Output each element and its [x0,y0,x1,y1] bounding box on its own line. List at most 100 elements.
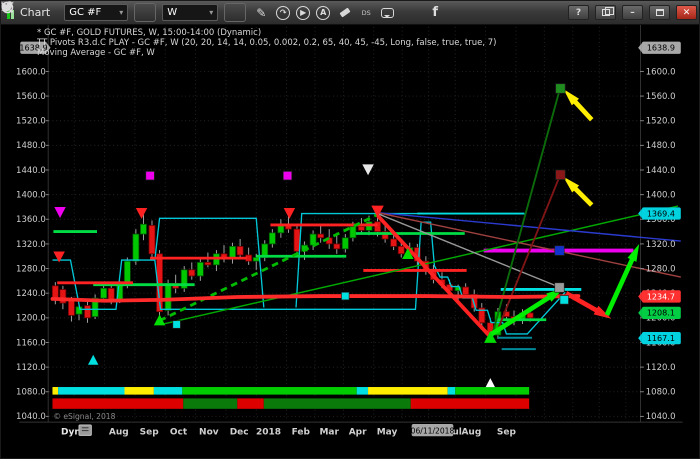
maximize-button[interactable] [649,5,670,20]
eraser-icon[interactable] [336,4,354,22]
candle [133,234,139,261]
price-label-right: 1560.0 [646,92,676,102]
symbol-lookup-button[interactable] [134,3,156,22]
price-label-left: 1200.0 [16,314,46,324]
replay-circle-icon[interactable]: ▶ [296,6,310,20]
trend-stripe-segment [455,387,529,395]
axis-bubble-label: 1638.9 [647,44,675,53]
signal-marker-square [555,246,564,255]
signal-stripe-segment [237,398,264,408]
month-label: Aug [461,427,481,437]
price-label-right: 1600.0 [646,67,676,77]
dyn-label: Dyn [61,427,81,437]
interval-select[interactable]: W ▾ [162,4,218,21]
esignal-chart-window: Chart GC #F ▾ W ▾ ✎ ↷ ▶ A DS f ? – ✕ [0,0,700,459]
price-label-left: 1160.0 [16,338,46,348]
trend-stripe-segment [182,387,356,395]
candle [85,306,91,318]
trend-stripe-segment [357,387,368,395]
axis-bubble-label: 1208.1 [647,309,675,318]
price-label-right: 1280.0 [646,264,676,274]
candle [375,222,381,232]
signal-marker-triangle-down [54,207,65,218]
price-label-left: 1240.0 [16,289,46,299]
candle [149,225,155,253]
candle [350,227,356,238]
draw-pencil-icon[interactable]: ✎ [252,4,270,22]
axis-bubble-pointer [638,333,642,342]
month-label: Nov [199,427,219,437]
trend-stripe-segment [58,387,124,395]
axis-bubble-pointer [638,43,642,52]
twitter-bird-icon [1,1,15,13]
axis-bubble-label: 1369.4 [647,209,675,218]
month-label: Sep [497,427,517,437]
candle [269,233,275,244]
price-label-right: 1040.0 [646,412,676,422]
month-label: Apr [349,427,367,437]
price-label-left: 1600.0 [16,67,46,77]
signal-marker-triangle-down [53,252,64,263]
projection-arrow [574,187,592,205]
signal-marker-square [173,321,181,329]
candle [68,301,74,316]
window-title: Chart [20,6,50,19]
candle [334,244,340,249]
projection-arrow [574,100,592,120]
window-titlebar: Chart GC #F ▾ W ▾ ✎ ↷ ▶ A DS f ? – ✕ [1,1,700,25]
candle [165,283,171,310]
chart-area[interactable]: 1600.01600.01560.01560.01520.01520.01480… [1,25,700,459]
projection-arrow [566,293,598,311]
dyn-icon [79,425,91,435]
month-label: Mar [319,427,339,437]
minimize-button[interactable]: – [622,5,643,20]
price-label-left: 1320.0 [16,240,46,250]
twitter-icon[interactable] [402,4,420,22]
symbol-select[interactable]: GC #F ▾ [64,4,128,21]
price-label-right: 1320.0 [646,240,676,250]
time-template-button[interactable] [224,3,246,22]
symbol-info-line: * GC #F, GOLD FUTURES, W, 15:00-14:00 (D… [37,28,261,38]
price-label-left: 1560.0 [16,92,46,102]
trend-line [161,206,678,324]
signal-stripe-segment [264,398,411,408]
price-label-left: 1360.0 [16,215,46,225]
price-label-right: 1120.0 [646,363,676,373]
trend-stripe-segment [124,387,153,395]
price-label-right: 1400.0 [646,190,676,200]
projection-arrow [607,258,633,315]
signal-marker-square [560,296,569,305]
candle [358,227,364,231]
price-label-left: 1080.0 [16,388,46,398]
trend-stripe-segment [154,387,182,395]
axis-bubble-pointer [638,292,642,301]
month-label: 2018 [256,427,281,437]
facebook-icon[interactable]: f [426,4,444,22]
price-label-right: 1520.0 [646,117,676,127]
price-label-left: 1120.0 [16,363,46,373]
close-button[interactable]: ✕ [676,5,697,20]
signal-stripe-segment [52,398,183,408]
restore-button[interactable] [595,5,616,20]
chat-icon[interactable] [378,4,396,22]
month-label: Oct [170,427,188,437]
signal-marker-square [556,84,565,93]
axis-bubble-label: 1167.1 [647,334,675,343]
candle [398,246,404,253]
signal-marker-triangle-down [284,208,295,219]
help-button[interactable]: ? [568,5,589,20]
candle [391,239,397,246]
candle [318,234,324,238]
price-label-right: 1080.0 [646,388,676,398]
month-label: Dec [230,427,249,437]
month-label: May [377,427,398,437]
redo-circle-icon[interactable]: ↷ [276,6,290,20]
month-label: Sep [140,427,160,437]
candle [205,262,211,264]
signal-marker-square [556,170,565,179]
alerts-circle-icon[interactable]: A [316,6,330,20]
signal-marker-triangle-up [486,378,495,387]
axis-bubble-pointer [638,308,642,317]
month-label: Feb [292,427,311,437]
axis-bubble-label: 1234.7 [647,292,675,301]
